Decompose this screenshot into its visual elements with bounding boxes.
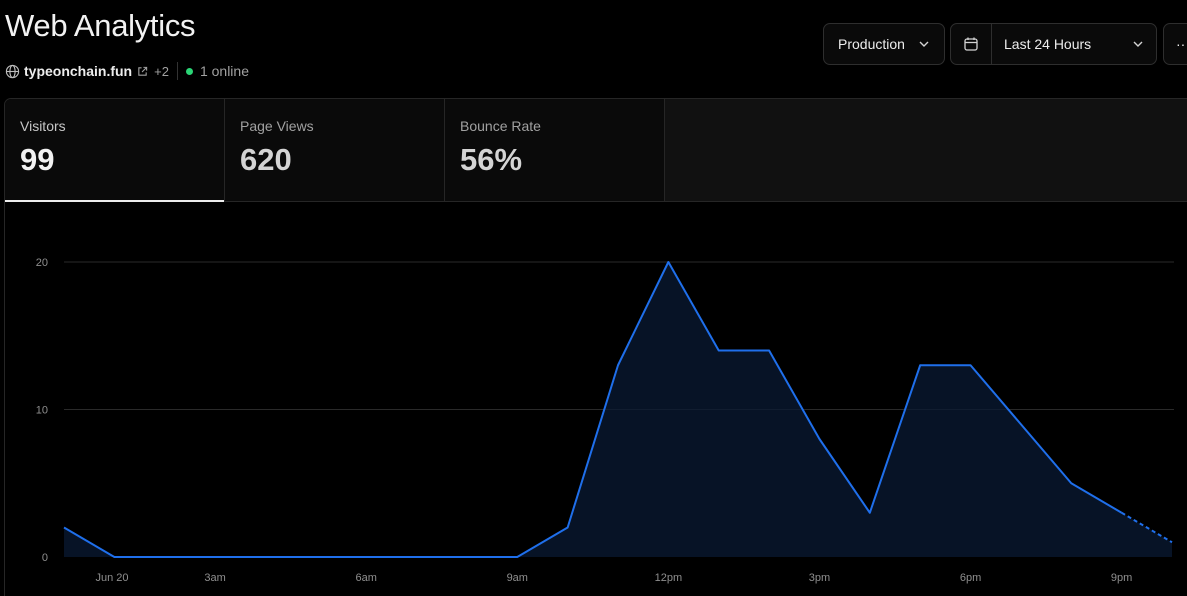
x-tick-label: 9am (507, 572, 528, 584)
x-tick-label: 6pm (960, 572, 981, 584)
web-analytics-page: Web Analytics typeonchain.fun +2 1 onlin… (0, 0, 1187, 596)
y-tick-label: 10 (36, 405, 48, 417)
visitors-chart: 0 10 20 Jun 20 3am 6am 9am 12pm 3pm 6pm 9pm (36, 257, 1174, 584)
y-tick-label: 20 (36, 257, 48, 269)
x-tick-label: 9pm (1111, 572, 1132, 584)
y-tick-label: 0 (42, 552, 48, 564)
x-tick-label: Jun 20 (95, 572, 128, 584)
x-tick-label: 3am (204, 572, 225, 584)
x-tick-label: 3pm (809, 572, 830, 584)
x-tick-label: 6am (355, 572, 376, 584)
x-tick-label: 12pm (655, 572, 683, 584)
